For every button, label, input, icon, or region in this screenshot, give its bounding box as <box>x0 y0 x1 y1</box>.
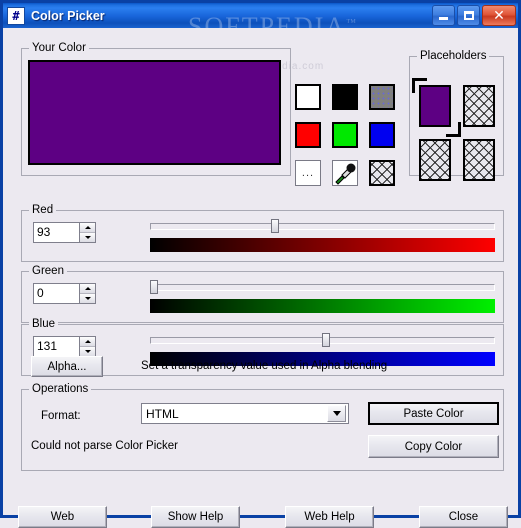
your-color-label: Your Color <box>29 42 89 54</box>
empty-slot-pattern <box>465 87 493 125</box>
swatch-eyedropper[interactable] <box>332 160 358 186</box>
color-picker-window: # Color Picker SOFTPEDIA™ ✕ www.softpedi… <box>0 0 521 518</box>
channel-gradient-red[interactable] <box>150 238 495 252</box>
spinner-up-blue[interactable] <box>80 337 95 347</box>
channel-spinner-green[interactable] <box>79 283 96 304</box>
channel-value-blue[interactable]: 131 <box>33 336 79 357</box>
slider-track-red[interactable] <box>150 223 495 230</box>
operations-label: Operations <box>29 383 91 395</box>
channel-input-blue[interactable]: 131 <box>33 336 96 357</box>
empty-slot-pattern <box>421 141 449 179</box>
channel-value-green[interactable]: 0 <box>33 283 79 304</box>
status-message: Could not parse Color Picker <box>31 440 178 452</box>
placeholders-label: Placeholders <box>417 50 489 62</box>
empty-slot-pattern <box>465 141 493 179</box>
placeholder-slot-2[interactable] <box>463 85 495 127</box>
close-dialog-button[interactable]: Close <box>419 506 508 528</box>
client-area: www.softpedia.com Your Color ... Placeho… <box>3 28 518 515</box>
selection-marker-top-left <box>412 78 427 93</box>
spinner-down-green[interactable] <box>80 294 95 303</box>
placeholder-slot-4[interactable] <box>463 139 495 181</box>
paste-color-button[interactable]: Paste Color <box>368 402 499 425</box>
maximize-icon <box>464 11 474 20</box>
alpha-button[interactable]: Alpha... <box>31 356 103 377</box>
channel-slider-green[interactable] <box>150 280 495 294</box>
placeholder-slot-3[interactable] <box>419 139 451 181</box>
channel-input-green[interactable]: 0 <box>33 283 96 304</box>
slider-thumb-red[interactable] <box>271 219 279 233</box>
channel-value-red[interactable]: 93 <box>33 222 79 243</box>
close-icon: ✕ <box>493 9 505 23</box>
minimize-icon <box>439 17 448 20</box>
channel-label-green: Green <box>29 265 67 277</box>
channel-gradient-green[interactable] <box>150 299 495 313</box>
swatch-black[interactable] <box>332 84 358 110</box>
channel-spinner-red[interactable] <box>79 222 96 243</box>
channel-input-red[interactable]: 93 <box>33 222 96 243</box>
swatch-red[interactable] <box>295 122 321 148</box>
channel-slider-red[interactable] <box>150 219 495 233</box>
channel-label-blue: Blue <box>29 318 58 330</box>
title-bar[interactable]: # Color Picker SOFTPEDIA™ ✕ <box>3 3 518 28</box>
eyedropper-icon <box>333 161 357 185</box>
spinner-up-red[interactable] <box>80 223 95 233</box>
format-combobox[interactable]: HTML <box>141 403 349 424</box>
swatch-transparent[interactable] <box>369 160 395 186</box>
format-label: Format: <box>41 410 81 422</box>
more-colors-label: ... <box>296 161 320 185</box>
spinner-down-red[interactable] <box>80 233 95 242</box>
slider-thumb-blue[interactable] <box>322 333 330 347</box>
selection-marker-bottom-right <box>446 122 461 137</box>
swatch-gray-dither[interactable] <box>369 84 395 110</box>
close-button[interactable]: ✕ <box>482 5 516 26</box>
web-help-button[interactable]: Web Help <box>285 506 374 528</box>
format-value: HTML <box>142 407 327 421</box>
alpha-description: Set a transparency value used in Alpha b… <box>141 360 387 372</box>
spinner-up-green[interactable] <box>80 284 95 294</box>
dither-pattern <box>371 86 393 108</box>
channel-spinner-blue[interactable] <box>79 336 96 357</box>
web-button[interactable]: Web <box>18 506 107 528</box>
swatch-white[interactable] <box>295 84 321 110</box>
current-color-preview[interactable] <box>28 60 281 165</box>
transparent-pattern <box>371 162 393 184</box>
window-title: Color Picker <box>31 9 432 23</box>
chevron-down-icon[interactable] <box>327 405 346 422</box>
slider-thumb-green[interactable] <box>150 280 158 294</box>
app-icon: # <box>7 7 25 25</box>
swatch-blue[interactable] <box>369 122 395 148</box>
maximize-button[interactable] <box>457 5 480 26</box>
minimize-button[interactable] <box>432 5 455 26</box>
channel-slider-blue[interactable] <box>150 333 495 347</box>
show-help-button[interactable]: Show Help <box>151 506 240 528</box>
window-controls: ✕ <box>432 5 516 26</box>
swatch-more[interactable]: ... <box>295 160 321 186</box>
channel-label-red: Red <box>29 204 56 216</box>
swatch-green[interactable] <box>332 122 358 148</box>
spinner-down-blue[interactable] <box>80 347 95 356</box>
slider-track-green[interactable] <box>150 284 495 291</box>
copy-color-button[interactable]: Copy Color <box>368 435 499 458</box>
